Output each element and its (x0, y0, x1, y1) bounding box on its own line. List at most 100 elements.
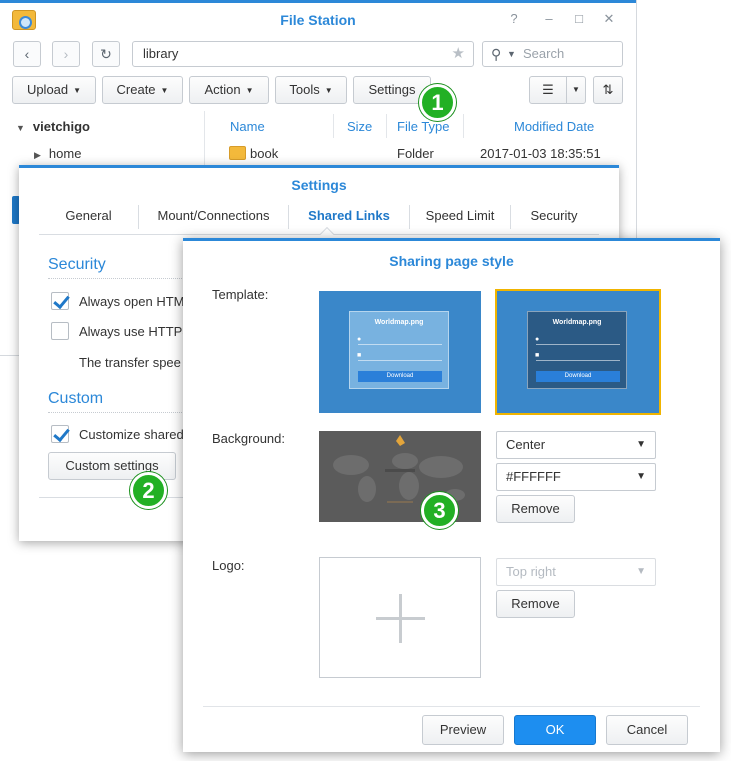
template-download-button: Download (536, 371, 620, 382)
create-label: Create (116, 82, 156, 97)
view-options-button[interactable]: ▼ (566, 76, 586, 104)
background-label: Background: (212, 431, 285, 446)
background-position-value: Center (506, 437, 546, 452)
star-icon[interactable]: ★ (452, 42, 465, 66)
file-type-cell: Folder (397, 146, 434, 161)
help-icon[interactable]: ? (506, 11, 522, 27)
folder-icon (229, 146, 246, 160)
always-open-https-checkbox[interactable] (51, 292, 69, 310)
create-button[interactable]: Create ▼ (102, 76, 183, 104)
column-size[interactable]: Size (347, 119, 372, 134)
template-option-dark[interactable]: Worldmap.png ● ■ Download (495, 289, 661, 415)
template-download-button: Download (358, 371, 442, 382)
action-label: Action (204, 82, 241, 97)
remove-background-button[interactable]: Remove (496, 495, 575, 523)
upload-button[interactable]: Upload ▼ (12, 76, 96, 104)
background-color-value: #FFFFFF (506, 469, 561, 484)
template-label: Template: (212, 287, 269, 302)
template-file-name: Worldmap.png (552, 319, 602, 326)
customize-shared-checkbox[interactable] (51, 425, 69, 443)
sharing-style-title: Sharing page style (389, 253, 514, 269)
plus-icon-vertical (399, 594, 402, 643)
tab-speed-limit[interactable]: Speed Limit (410, 203, 510, 234)
chevron-down-icon: ▼ (507, 49, 516, 59)
tab-general[interactable]: General (39, 203, 138, 234)
lock-icon: ■ (357, 352, 362, 359)
logo-upload-area[interactable] (319, 557, 481, 678)
view-list-button[interactable]: ☰ (529, 76, 567, 104)
refresh-button[interactable]: ↻ (92, 41, 120, 67)
template-option-light[interactable]: Worldmap.png ● ■ Download (319, 291, 481, 413)
settings-title: Settings (291, 177, 347, 193)
expanded-triangle-icon: ▼ (16, 123, 25, 133)
logo-position-select: Top right ▼ (496, 558, 656, 586)
collapsed-triangle-icon: ▶ (34, 150, 41, 160)
template-preview-card: Worldmap.png ● ■ Download (349, 311, 449, 389)
column-separator (463, 114, 464, 138)
chevron-right-icon: › (63, 46, 69, 62)
tools-button[interactable]: Tools ▼ (275, 76, 347, 104)
customize-shared-label: Customize shared (79, 427, 184, 442)
background-color-select[interactable]: #FFFFFF ▼ (496, 463, 656, 491)
upload-label: Upload (26, 82, 69, 97)
template-field-line (358, 360, 442, 361)
chevron-down-icon: ▼ (160, 85, 169, 95)
template-field-line (358, 344, 442, 345)
column-separator (386, 114, 387, 138)
tab-security[interactable]: Security (511, 203, 597, 234)
sort-button[interactable]: ⇅ (593, 76, 623, 104)
column-modified-date[interactable]: Modified Date (514, 119, 594, 134)
template-field-line (536, 360, 620, 361)
step-marker-2: 2 (130, 472, 167, 509)
dialog-footer-divider (203, 706, 700, 707)
tree-item-label: home (48, 146, 82, 161)
search-icon: ⚲ (491, 46, 502, 62)
action-button[interactable]: Action ▼ (189, 76, 269, 104)
cancel-button[interactable]: Cancel (606, 715, 688, 745)
settings-tab-bar: General Mount/Connections Shared Links S… (39, 203, 599, 235)
file-station-titlebar: File Station ? – □ ✕ (0, 3, 636, 37)
ok-button[interactable]: OK (514, 715, 596, 745)
refresh-icon: ↻ (100, 46, 112, 62)
logo-label: Logo: (212, 558, 245, 573)
remove-logo-button[interactable]: Remove (496, 590, 575, 618)
modified-date-cell: 2017-01-03 18:35:51 (480, 146, 601, 161)
chevron-down-icon: ▼ (324, 85, 333, 95)
template-preview-card: Worldmap.png ● ■ Download (527, 311, 627, 389)
maximize-icon[interactable]: □ (571, 11, 587, 27)
always-open-option-label: Always open HTM (79, 294, 185, 309)
sharing-page-style-dialog: Sharing page style Template: Worldmap.pn… (183, 238, 720, 752)
security-heading: Security (48, 256, 106, 273)
list-icon: ☰ (542, 82, 554, 97)
column-name[interactable]: Name (230, 119, 265, 134)
lock-icon: ■ (535, 352, 540, 359)
logo-position-value: Top right (506, 564, 556, 579)
sort-icon: ⇅ (602, 82, 614, 97)
chevron-left-icon: ‹ (24, 46, 30, 62)
search-input[interactable]: ⚲ ▼ Search (482, 41, 623, 67)
tab-mount-connections[interactable]: Mount/Connections (139, 203, 288, 234)
tree-item-home[interactable]: ▶ home (34, 146, 81, 161)
minimize-icon[interactable]: – (541, 11, 557, 27)
step-marker-1: 1 (419, 84, 456, 121)
chevron-down-icon: ▼ (73, 85, 82, 95)
file-name-cell[interactable]: book (250, 146, 278, 161)
template-field-line (536, 344, 620, 345)
back-button[interactable]: ‹ (13, 41, 41, 67)
path-input[interactable]: library ★ (132, 41, 474, 67)
close-icon[interactable]: ✕ (601, 11, 617, 27)
always-use-https-checkbox[interactable] (51, 322, 69, 340)
preview-button[interactable]: Preview (422, 715, 504, 745)
forward-button[interactable]: › (52, 41, 80, 67)
tree-root[interactable]: ▼ vietchigo (16, 119, 90, 134)
always-use-https-label: Always use HTTPS (79, 324, 191, 339)
column-separator (333, 114, 334, 138)
path-value: library (143, 46, 179, 61)
user-icon: ● (535, 336, 540, 343)
chevron-down-icon: ▼ (245, 85, 254, 95)
tools-label: Tools (289, 82, 320, 97)
column-file-type[interactable]: File Type (397, 119, 450, 134)
background-position-select[interactable]: Center ▼ (496, 431, 656, 459)
search-placeholder: Search (523, 46, 565, 61)
tab-shared-links[interactable]: Shared Links (289, 203, 409, 234)
